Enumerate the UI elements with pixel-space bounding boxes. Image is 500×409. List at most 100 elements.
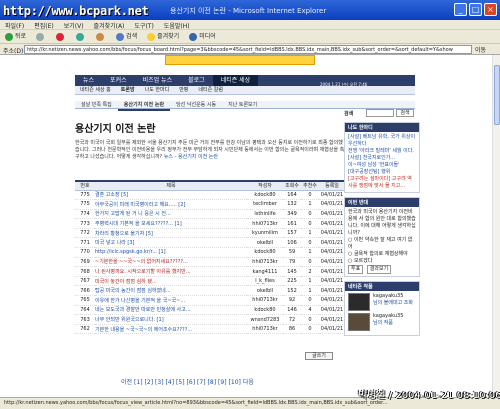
row-title[interactable]: 너무 안되만 위원국으로니다. [1] xyxy=(95,314,247,325)
subnav-home[interactable]: 네티즌 세상 홈 xyxy=(75,86,116,95)
table-row[interactable]: 765 이유에 한가 나신병을 기본적 을 국~국~... hhi0713kr 92 0… xyxy=(75,295,345,306)
page-link[interactable]: [9] xyxy=(218,379,227,386)
sidebar-search-button[interactable]: 검색 xyxy=(396,109,414,117)
page-link[interactable]: 이전 xyxy=(121,379,132,386)
row-title[interactable]: 탑공 미국의 농간이 점점 심하였네... xyxy=(95,285,247,297)
page-link[interactable]: 다음 xyxy=(243,379,254,386)
table-row[interactable]: 769 ~기본한을 ~~국~~의 없어지세요?????... hhi0713kr 79… xyxy=(75,257,345,268)
table-row[interactable]: 767 미국이 놓간이 점점 심하 됐... l_k_flies 225 1 04/01/… xyxy=(75,276,345,287)
poll-option-2[interactable]: ○ 굴욕적 합의로 재협상해야 xyxy=(348,251,416,258)
row-author: kdock80 xyxy=(247,247,283,258)
topnav-netizen[interactable]: 네티즌 세상 xyxy=(212,75,259,86)
refresh-button[interactable] xyxy=(73,31,89,43)
table-row[interactable]: 771 미국 넣고 나라 [3] okelbll 106 0 04/01/21 xyxy=(75,237,345,249)
subnav-column[interactable]: 네티즌 칼럼 xyxy=(193,86,228,95)
go-button[interactable]: 이동 xyxy=(475,45,486,54)
opinion-item[interactable]: [대구공장선팅] 행위 xyxy=(348,169,416,176)
table-row[interactable]: 770 http://iclc.spgsk.go.kr/r... [1] kdock… xyxy=(75,247,345,258)
row-title[interactable]: ~기본한을 ~~국~~의 없어지세요?????... xyxy=(95,257,247,268)
poll-option-1[interactable]: ○ 이번 약속한 잘 재고 여기 없어 xyxy=(348,237,416,251)
row-date: 04/01/21 xyxy=(319,257,345,268)
row-recommend: 1 xyxy=(301,228,319,239)
table-row[interactable]: 762 기본한 내용을 ~국~국~의 에어조수요????... hhi0713kr 8… xyxy=(75,324,345,335)
table-row[interactable]: 774 한가지 고맙게 된 거 니 응은 시 전... lsthinlife 349 0… xyxy=(75,209,345,220)
minimize-button[interactable]: _ xyxy=(454,3,467,16)
row-title[interactable]: 기본한 내용을 ~국~국~의 에어조수요????... xyxy=(95,324,247,335)
page-link[interactable]: [3] xyxy=(155,379,164,386)
page-link[interactable]: [2] xyxy=(145,379,154,386)
menu-bar: 파일(F) 편집(E) 보기(V) 즐겨찾기(A) 도구(T) 도움말(H) xyxy=(0,20,500,30)
topnav-focus[interactable]: 포커스 xyxy=(102,75,135,86)
row-title[interactable]: 결혼 고소장 [5] xyxy=(95,190,247,201)
table-row[interactable]: 766 탑공 미국의 농간이 점점 심하였네... okelbll 152 1 04/01… xyxy=(75,285,345,297)
row-title[interactable]: 미국 넣고 나라 [3] xyxy=(95,237,247,249)
poll-option-3[interactable]: ○ 모르겠다 xyxy=(348,258,416,265)
table-row[interactable]: 764 네는 모도국과 경찰만 따로만 민정살에 사고... kdock80 146 4… xyxy=(75,305,345,316)
topnav-blog[interactable]: 블로그 xyxy=(180,75,213,86)
subnav-debate[interactable]: 토론방 xyxy=(116,86,140,95)
poll-vote-button[interactable]: 투표 xyxy=(348,265,364,274)
row-title[interactable]: 아무국공이 미래 미국병이라고 해요..... [2] xyxy=(95,199,247,210)
row-title[interactable]: 미국이 놓간이 점점 심하 됐... xyxy=(95,276,247,287)
row-title[interactable]: 주병력시대 기본적 을 모세요?????... [1] xyxy=(95,218,247,229)
opinion-item-highlight[interactable]: [고구려는 설마이다] 고구려 역사를 쟁점에 맞서 물 지고... xyxy=(348,176,416,190)
page-link[interactable]: [6] xyxy=(187,379,196,386)
secnav-election[interactable]: 당선 낙선운동 시동 xyxy=(170,101,222,109)
address-input[interactable]: http://kr.netizen.news.yahoo.com/bbs/foc… xyxy=(24,45,472,54)
page-link[interactable]: [5] xyxy=(176,379,185,386)
opinion-item[interactable]: [사설] 베트남 유학, 국가 위상이 우선하다 xyxy=(348,134,416,148)
page-link[interactable]: [1] xyxy=(134,379,143,386)
media-button[interactable]: 미디어 xyxy=(186,31,219,43)
page-link[interactable]: [7] xyxy=(197,379,206,386)
secnav-yongsan[interactable]: 용산기지 이전 논란 xyxy=(117,101,171,111)
row-date: 04/01/21 xyxy=(319,247,345,258)
home-button[interactable] xyxy=(93,31,109,43)
row-title[interactable]: http://iclc.spgsk.go.kr/r... [1] xyxy=(95,247,247,258)
subnav-opinion[interactable]: 나도 한마디 xyxy=(140,86,175,95)
page-title: 용산기지 이전 논란 xyxy=(75,124,156,135)
opinion-item[interactable]: 전쟁 '아라크 밀레마' 세월 이다. xyxy=(348,148,416,155)
refresh-icon xyxy=(76,32,85,41)
opinion-item[interactable]: [사설] 천국지로인가... xyxy=(348,155,416,162)
row-title[interactable]: 이유에 한가 나신병을 기본적 을 국~국~... xyxy=(95,295,247,306)
back-button[interactable]: 뒤로 xyxy=(2,31,29,43)
lead-news-link[interactable]: 뉴스 - 용산기지 이전 논란 xyxy=(164,154,218,160)
secnav-past[interactable]: 지난 토론보기 xyxy=(222,101,263,109)
row-date: 04/01/21 xyxy=(319,285,345,297)
close-button[interactable]: × xyxy=(484,3,497,16)
table-row[interactable]: 768 나 된사병까요. 시작으로기할 아유를 했지만... kang4111 145… xyxy=(75,266,345,277)
opinion-item[interactable]: 이~여성 남성 '한표이들' xyxy=(348,162,416,169)
table-row[interactable]: 775 아무국공이 미래 미국병이라고 해요..... [2] teclimber 1… xyxy=(75,199,345,210)
netizen-work[interactable]: kagayaku35 님의 작품 xyxy=(348,313,416,331)
row-title[interactable]: 네는 모도국과 경찰만 따로만 민정살에 사고... xyxy=(95,305,247,316)
table-row[interactable]: 772 차라리 황청으로 옮기자 [5] kyunmilim 157 1 04/01/21 xyxy=(75,228,345,239)
table-row[interactable]: 773 주병력시대 기본적 을 모세요?????... [1] hhi0713kr 1… xyxy=(75,218,345,229)
write-button[interactable]: 글쓰기 xyxy=(305,352,333,360)
secnav-newyear[interactable]: 설날 민족 특집 xyxy=(75,101,118,109)
page-link[interactable]: [4] xyxy=(166,379,175,386)
page-link[interactable]: [10] xyxy=(229,379,241,386)
table-row[interactable]: 763 너무 안되만 위원국으로니다. [1] wnsnd7283 72 0 04/01/… xyxy=(75,314,345,325)
topnav-news[interactable]: 뉴스 xyxy=(75,75,102,86)
search-button[interactable]: 검색 xyxy=(113,31,140,43)
topnav-biz[interactable]: 비즈업 뉴스 xyxy=(135,75,181,86)
row-title[interactable]: 차라리 황청으로 옮기자 [5] xyxy=(95,228,247,239)
scroll-thumb[interactable] xyxy=(494,65,500,125)
table-row[interactable]: 775 결혼 고소장 [5] kdock80 164 0 04/01/21 xyxy=(75,190,345,201)
maximize-button[interactable]: □ xyxy=(469,3,482,16)
row-date: 04/01/21 xyxy=(319,324,345,335)
row-recommend: 0 xyxy=(301,190,319,201)
stop-button[interactable] xyxy=(53,31,69,43)
vertical-scrollbar[interactable] xyxy=(492,55,500,397)
page-link[interactable]: [8] xyxy=(208,379,217,386)
forward-button[interactable] xyxy=(33,31,49,43)
promo-banner[interactable] xyxy=(165,55,315,65)
subnav-cartoon[interactable]: 만평 xyxy=(174,86,193,95)
poll-result-button[interactable]: 결과보기 xyxy=(366,265,392,274)
sidebar-search-input[interactable] xyxy=(366,109,394,117)
row-recommend: 0 xyxy=(301,295,319,306)
favorites-button[interactable]: 즐겨찾기 xyxy=(144,31,182,43)
row-title[interactable]: 나 된사병까요. 시작으로기할 아유를 했지만... xyxy=(95,266,247,277)
netizen-work[interactable]: kagayaku35 님의 볼에대고 조화 xyxy=(348,293,416,311)
row-title[interactable]: 한가지 고맙게 된 거 니 응은 시 전... xyxy=(95,209,247,220)
